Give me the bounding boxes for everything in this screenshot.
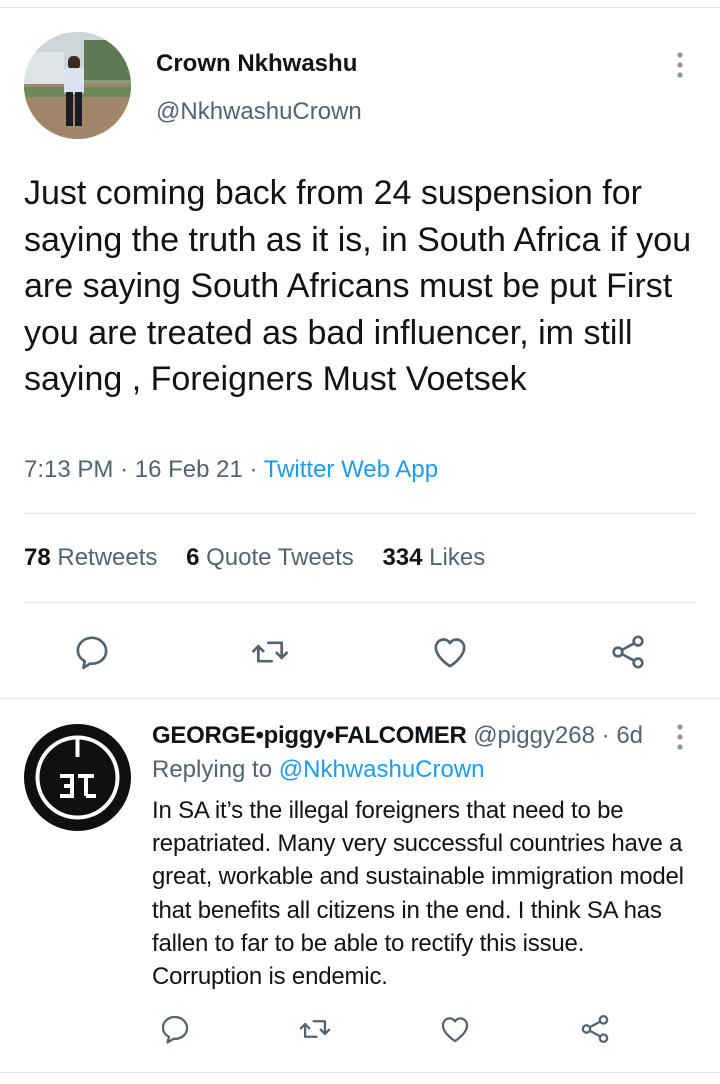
more-icon[interactable] [670, 722, 690, 752]
reply-icon[interactable] [158, 1012, 192, 1046]
tweet-stats: 78 Retweets 6 Quote Tweets 334 Likes [24, 544, 507, 572]
reply-icon[interactable] [72, 632, 112, 672]
replying-label: Replying to [152, 756, 273, 783]
reply-author-handle[interactable]: @piggy268 [473, 722, 595, 749]
reply-author-name[interactable]: GEORGE•piggy•FALCOMER [152, 722, 467, 749]
top-divider [0, 7, 720, 8]
meta-separator: · [601, 722, 617, 749]
tweet-meta: 7:13 PM · 16 Feb 21 · Twitter Web App [24, 456, 438, 484]
divider [24, 513, 696, 514]
replying-mention-link[interactable]: @NkhwashuCrown [279, 756, 485, 783]
retweet-icon[interactable] [250, 632, 290, 672]
retweets-count: 78 [24, 544, 51, 571]
quote-tweets-stat[interactable]: 6 Quote Tweets [186, 544, 354, 571]
quotes-count: 6 [186, 544, 200, 571]
meta-separator: · [120, 456, 135, 483]
reply-header: GEORGE•piggy•FALCOMER @piggy268 · 6d [152, 722, 643, 750]
share-icon[interactable] [608, 632, 648, 672]
like-icon[interactable] [438, 1012, 472, 1046]
author-avatar[interactable] [24, 32, 131, 139]
tweet-source-link[interactable]: Twitter Web App [264, 456, 438, 483]
share-icon[interactable] [578, 1012, 612, 1046]
divider [0, 698, 720, 699]
bottom-divider [0, 1072, 720, 1073]
reply-avatar-logo [24, 724, 131, 831]
retweet-icon[interactable] [298, 1012, 332, 1046]
quotes-label: Quote Tweets [206, 544, 354, 571]
avatar-photo [24, 32, 131, 139]
likes-label: Likes [429, 544, 486, 571]
retweets-stat[interactable]: 78 Retweets [24, 544, 157, 571]
reply-age: 6d [616, 722, 644, 749]
tweet-time: 7:13 PM [24, 456, 114, 483]
likes-stat[interactable]: 334 Likes [382, 544, 485, 571]
divider [24, 602, 696, 603]
reply-text: In SA it’s the illegal foreigners that n… [152, 797, 684, 991]
replying-to: Replying to @NkhwashuCrown [152, 756, 485, 784]
tweet-date: 16 Feb 21 [134, 456, 243, 483]
tweet-text: Just coming back from 24 suspension for … [24, 174, 692, 398]
author-name[interactable]: Crown Nkhwashu [156, 50, 357, 78]
like-icon[interactable] [430, 632, 470, 672]
meta-separator: · [249, 456, 264, 483]
reply-author-avatar[interactable] [24, 724, 131, 831]
more-icon[interactable] [670, 50, 690, 80]
retweets-label: Retweets [57, 544, 158, 571]
author-handle[interactable]: @NkhwashuCrown [156, 98, 362, 126]
likes-count: 334 [382, 544, 423, 571]
